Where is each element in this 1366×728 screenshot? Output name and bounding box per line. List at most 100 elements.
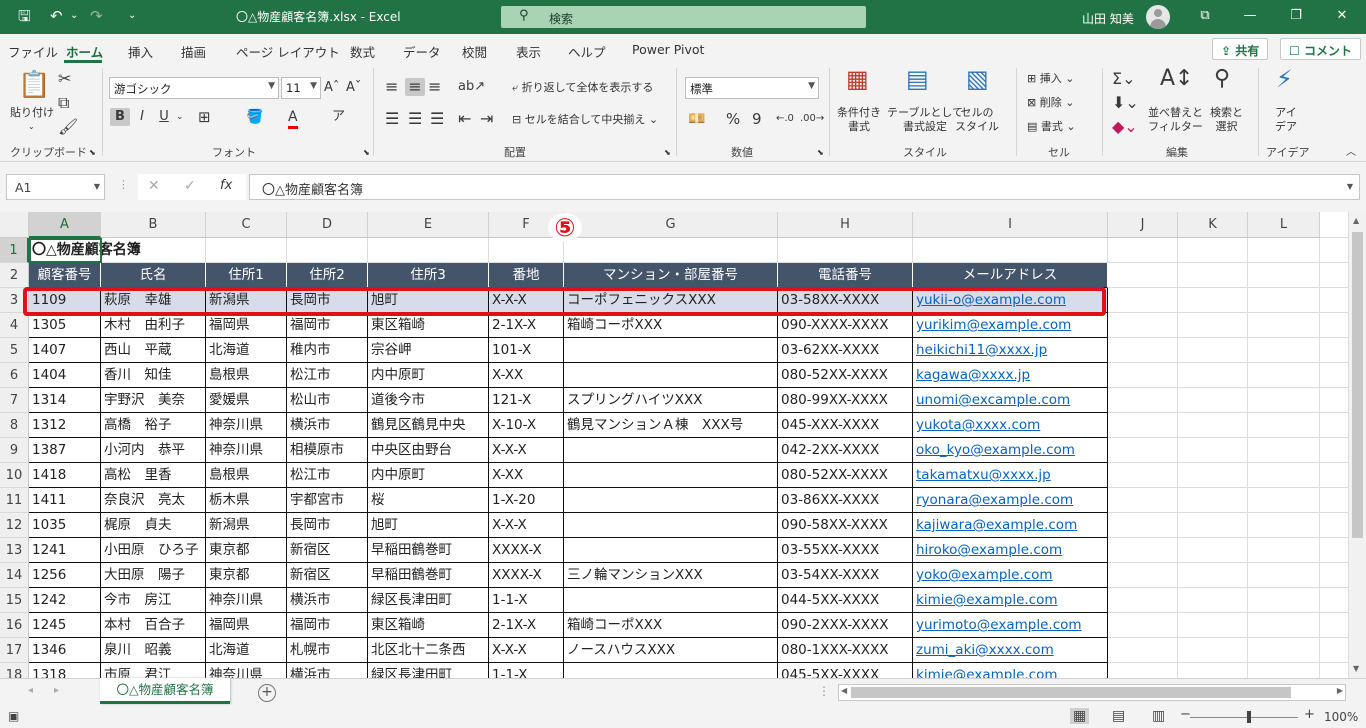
table-cell[interactable]: X-10-X <box>489 413 564 438</box>
format-as-table-icon[interactable]: ▤ <box>906 67 929 91</box>
sort-filter-icon[interactable]: A↕ <box>1160 68 1193 90</box>
table-cell[interactable]: 三ノ輪マンションXXX <box>564 563 778 588</box>
tab-split-handle[interactable]: ⋮ <box>818 684 830 698</box>
table-cell[interactable]: 福岡市 <box>287 313 368 338</box>
table-cell[interactable]: 香川 知佳 <box>101 363 206 388</box>
table-cell[interactable]: 宗谷岬 <box>368 338 489 363</box>
zoom-slider[interactable] <box>1190 717 1298 718</box>
table-cell[interactable]: 1346 <box>29 638 101 663</box>
shrink-font-icon[interactable]: Aˇ <box>346 79 361 97</box>
align-top-icon[interactable]: ≡ <box>385 78 398 96</box>
next-sheet-icon[interactable]: ▸ <box>54 685 59 696</box>
prev-sheet-icon[interactable]: ◂ <box>28 685 33 696</box>
table-cell[interactable]: X-XX <box>489 463 564 488</box>
vertical-scrollbar[interactable]: ▲ ▼ <box>1348 212 1366 678</box>
table-cell[interactable]: 北海道 <box>206 638 287 663</box>
table-cell[interactable] <box>564 588 778 613</box>
ribbon-display-icon[interactable]: ⧉ <box>1195 8 1215 23</box>
insert-cells-button[interactable]: ⊞ 挿入 ⌄ <box>1027 72 1074 86</box>
table-cell[interactable]: 宇野沢 美奈 <box>101 388 206 413</box>
table-cell[interactable]: 新宿区 <box>287 563 368 588</box>
column-header-g[interactable]: G <box>564 212 778 238</box>
find-select-icon[interactable]: ⚲ <box>1214 68 1230 90</box>
row-header-10[interactable]: 10 <box>0 463 29 488</box>
row-header-8[interactable]: 8 <box>0 413 29 438</box>
email-link-cell[interactable]: kimie@example.com <box>913 588 1108 613</box>
minimize-icon[interactable]: — <box>1240 8 1260 23</box>
macro-record-icon[interactable]: ▣ <box>8 709 19 723</box>
table-cell[interactable]: 北海道 <box>206 338 287 363</box>
sheet-tab-active[interactable]: 〇△物産顧客名簿 <box>100 678 230 704</box>
table-cell[interactable]: 東区箱崎 <box>368 313 489 338</box>
table-header-cell[interactable]: メールアドレス <box>913 263 1108 288</box>
zoom-in-icon[interactable]: + <box>1304 707 1315 722</box>
table-cell[interactable]: 045-XXX-XXXX <box>778 413 913 438</box>
column-header-h[interactable]: H <box>778 212 913 238</box>
restore-icon[interactable]: ❐ <box>1286 8 1306 23</box>
table-cell[interactable]: 島根県 <box>206 463 287 488</box>
row-header-11[interactable]: 11 <box>0 488 29 513</box>
table-cell[interactable]: 03-62XX-XXXX <box>778 338 913 363</box>
active-cell-a1[interactable] <box>29 238 102 263</box>
table-cell[interactable]: 旭町 <box>368 513 489 538</box>
table-cell[interactable]: 東区箱崎 <box>368 613 489 638</box>
email-link-cell[interactable]: yukota@xxxx.com <box>913 413 1108 438</box>
table-cell[interactable] <box>564 513 778 538</box>
decrease-decimal-icon[interactable]: .00→ <box>800 110 824 128</box>
column-header-e[interactable]: E <box>368 212 489 238</box>
tab-help[interactable]: ヘルプ <box>568 42 606 61</box>
table-cell[interactable]: 神奈川県 <box>206 413 287 438</box>
table-cell[interactable]: 神奈川県 <box>206 438 287 463</box>
delete-cells-button[interactable]: ⊠ 削除 ⌄ <box>1027 96 1074 110</box>
phonetic-icon[interactable]: ア <box>332 108 345 126</box>
fill-icon[interactable]: ⬇⌄ <box>1112 94 1139 112</box>
table-cell[interactable]: 高橋 裕子 <box>101 413 206 438</box>
table-cell[interactable]: 西山 平蔵 <box>101 338 206 363</box>
page-break-view-icon[interactable]: ▥ <box>1152 708 1165 724</box>
clipboard-launcher-icon[interactable]: ⬊ <box>89 146 96 160</box>
table-cell[interactable]: 1305 <box>29 313 101 338</box>
row-header-2[interactable]: 2 <box>0 263 29 288</box>
save-icon[interactable]: 🖫 <box>18 7 31 25</box>
email-link-cell[interactable]: zumi_aki@xxxx.com <box>913 638 1108 663</box>
table-cell[interactable]: 早稲田鶴巻町 <box>368 563 489 588</box>
column-header-a[interactable]: A <box>29 212 101 238</box>
zoom-slider-thumb[interactable] <box>1247 711 1251 723</box>
table-cell[interactable]: 松江市 <box>287 363 368 388</box>
number-launcher-icon[interactable]: ⬊ <box>817 146 824 160</box>
table-cell[interactable]: 101-X <box>489 338 564 363</box>
table-cell[interactable]: 03-55XX-XXXX <box>778 538 913 563</box>
increase-indent-icon[interactable]: ⇥ <box>480 110 493 128</box>
table-cell[interactable]: 札幌市 <box>287 638 368 663</box>
table-header-cell[interactable]: 住所3 <box>368 263 489 288</box>
column-header-c[interactable]: C <box>206 212 287 238</box>
table-cell[interactable]: 横浜市 <box>287 413 368 438</box>
scroll-up-icon[interactable]: ▲ <box>1353 216 1359 225</box>
table-cell[interactable]: 2-1X-X <box>489 313 564 338</box>
table-cell[interactable]: 1312 <box>29 413 101 438</box>
tab-view[interactable]: 表示 <box>516 42 541 61</box>
table-cell[interactable]: 木村 由利子 <box>101 313 206 338</box>
table-cell[interactable]: 長岡市 <box>287 513 368 538</box>
table-cell[interactable]: 本村 百合子 <box>101 613 206 638</box>
borders-icon[interactable]: ⊞ <box>198 108 211 126</box>
cell-styles-icon[interactable]: ▧ <box>966 67 989 91</box>
merge-center-button[interactable]: ⊟ セルを結合して中央揃え ⌄ <box>512 113 658 127</box>
row-header-13[interactable]: 13 <box>0 538 29 563</box>
italic-button[interactable]: I <box>134 108 150 126</box>
paste-dropdown-icon[interactable]: ⌄ <box>28 120 35 134</box>
page-layout-view-icon[interactable]: ▤ <box>1112 708 1125 724</box>
row-header-1[interactable]: 1 <box>0 238 29 263</box>
column-header-d[interactable]: D <box>287 212 368 238</box>
table-cell[interactable]: 080-52XX-XXXX <box>778 463 913 488</box>
table-cell[interactable]: 福岡県 <box>206 613 287 638</box>
align-bottom-icon[interactable]: ≡ <box>428 78 441 96</box>
conditional-formatting-icon[interactable]: ▦ <box>846 67 869 91</box>
align-center-icon[interactable]: ☰ <box>408 110 422 128</box>
column-header-k[interactable]: K <box>1178 212 1248 238</box>
undo-dropdown-icon[interactable]: ⌄ <box>70 7 78 25</box>
row-header-5[interactable]: 5 <box>0 338 29 363</box>
table-cell[interactable]: 今市 房江 <box>101 588 206 613</box>
table-cell[interactable]: X-X-X <box>489 513 564 538</box>
font-size-combo[interactable]: 11 ▼ <box>281 77 321 99</box>
